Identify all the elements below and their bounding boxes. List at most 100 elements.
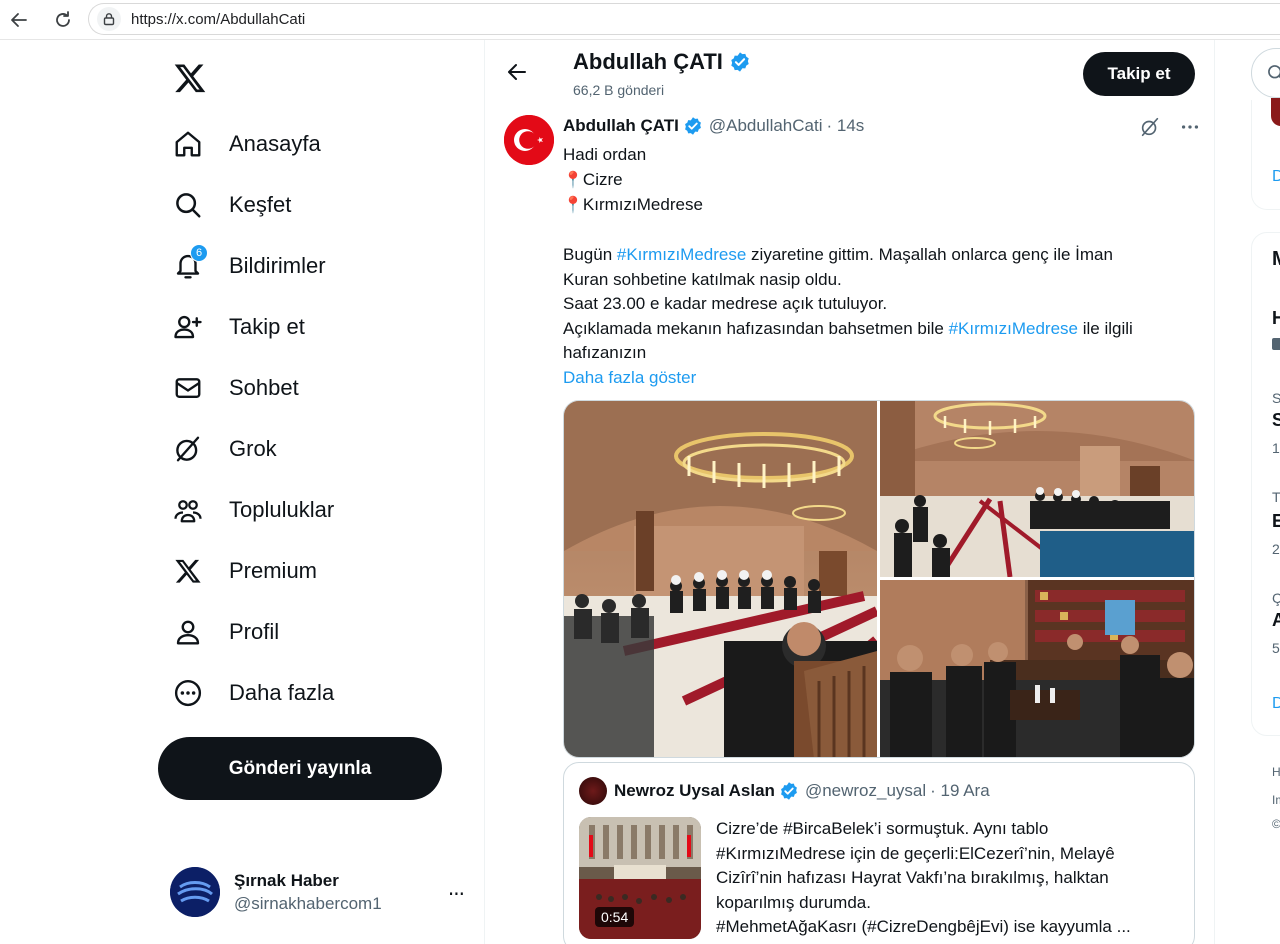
- notification-badge: 6: [190, 244, 208, 262]
- tweet-line: Hadi ordan: [563, 145, 647, 164]
- verified-badge-icon: [729, 51, 751, 73]
- quoted-tweet-line: #KırmızıMedrese için de geçerli:ElCezerî…: [716, 843, 1115, 863]
- profile-icon: [170, 614, 206, 650]
- sidebar-item-explore[interactable]: Keşfet: [170, 180, 291, 230]
- url-text[interactable]: https://x.com/AbdullahCati: [131, 11, 305, 28]
- tweet-media-grid: [563, 400, 1195, 758]
- avatar: [1271, 98, 1280, 126]
- sidebar-item-chat[interactable]: Sohbet: [170, 363, 299, 413]
- sidebar-item-follow[interactable]: Takip et: [170, 302, 305, 352]
- tweet-author-name[interactable]: Abdullah ÇATI: [563, 116, 679, 136]
- more-dots-icon[interactable]: [1179, 116, 1201, 138]
- sidebar-item-notifications[interactable]: 6 Bildirimler: [170, 241, 326, 291]
- sidebar-item-more[interactable]: Daha fazla: [170, 668, 334, 718]
- profile-header: Abdullah ÇATI 66,2 B gönderi Takip et: [485, 40, 1214, 106]
- tweet-actions: [1139, 116, 1201, 138]
- back-icon[interactable]: [2, 3, 36, 37]
- quoted-tweet[interactable]: Newroz Uysal Aslan @newroz_uysal · 19 Ar…: [563, 762, 1195, 944]
- right-item-fragment[interactable]: S: [1272, 410, 1280, 431]
- footer-link-fragment[interactable]: Im: [1272, 793, 1280, 807]
- right-link-fragment[interactable]: D: [1272, 168, 1280, 186]
- verified-badge-icon: [683, 116, 703, 136]
- tweet-line-text: ziyaretine gittim. Maşallah onlarca genç…: [746, 245, 1113, 264]
- quoted-tweet-line: Cizîrî’nin hafızası Hayrat Vakfı’na bıra…: [716, 868, 1109, 887]
- x-logo-icon[interactable]: [170, 58, 210, 98]
- grok-icon[interactable]: [1139, 116, 1161, 138]
- more-dots-icon[interactable]: ···: [448, 882, 465, 906]
- back-arrow-icon[interactable]: [505, 60, 529, 84]
- tweet-line: hafızanızın: [563, 343, 647, 362]
- tweet-line: Saat 23.00 e kadar medrese açık tutuluyo…: [563, 294, 888, 313]
- tweet-line-text: Cizre: [582, 169, 623, 189]
- sidebar-item-label: Profil: [229, 619, 280, 644]
- follow-button[interactable]: Takip et: [1083, 52, 1195, 96]
- grok-icon: [170, 431, 206, 467]
- sidebar-item-home[interactable]: Anasayfa: [170, 119, 321, 169]
- show-more-link[interactable]: Daha fazla göster: [563, 366, 1183, 391]
- home-icon: [170, 126, 206, 162]
- x-logo-icon: [170, 553, 206, 589]
- tweet-header: Abdullah ÇATI @AbdullahCati · 14s: [563, 116, 864, 136]
- tweet-timestamp[interactable]: · 14s: [827, 116, 865, 136]
- quoted-timestamp: · 19 Ara: [930, 781, 990, 800]
- tweet-line: Açıklamada mekanın hafızasından bahsetme…: [563, 317, 1183, 342]
- communities-icon: [170, 492, 206, 528]
- tweet-line: Kuran sohbetine katılmak nasip oldu.: [563, 269, 842, 289]
- sidebar-item-label: Topluluklar: [229, 497, 335, 522]
- left-sidebar: Anasayfa Keşfet 6 Bildirimler Takip et S…: [150, 40, 484, 944]
- sidebar-item-label: Keşfet: [229, 192, 292, 217]
- sidebar-item-label: Grok: [229, 436, 277, 461]
- hashtag-link[interactable]: #KırmızıMedrese: [949, 319, 1078, 338]
- search-icon: [1266, 63, 1280, 83]
- quoted-author-handle: @newroz_uysal: [804, 781, 927, 800]
- sidebar-item-grok[interactable]: Grok: [170, 424, 277, 474]
- pin-icon: 📍: [563, 197, 583, 214]
- video-thumbnail[interactable]: 0:54: [579, 817, 701, 939]
- right-item-fragment[interactable]: A: [1272, 610, 1280, 631]
- right-item-fragment: T: [1272, 489, 1280, 505]
- right-item-fragment: Ç: [1272, 590, 1280, 606]
- tweet-text: Hadi ordan 📍Cizre 📍KırmızıMedrese Bugün …: [563, 143, 1183, 390]
- quoted-tweet-header: Newroz Uysal Aslan @newroz_uysal · 19 Ar…: [579, 777, 990, 805]
- right-sidebar: D M H S S 1( T E 2 Ç A 5 D H Im ©: [1215, 40, 1280, 944]
- right-item-fragment: S: [1272, 390, 1280, 406]
- verified-badge-icon: [779, 781, 799, 801]
- sidebar-item-premium[interactable]: Premium: [170, 546, 317, 596]
- tweet-author-handle[interactable]: @AbdullahCati: [709, 116, 823, 136]
- page-title: Abdullah ÇATI: [573, 49, 751, 75]
- avatar: [579, 777, 607, 805]
- tweet-line-text: KırmızıMedrese: [582, 195, 703, 214]
- address-bar[interactable]: https://x.com/AbdullahCati: [88, 3, 1280, 35]
- avatar[interactable]: [504, 115, 554, 165]
- tweet-photo[interactable]: [564, 401, 877, 757]
- sidebar-item-communities[interactable]: Topluluklar: [170, 485, 334, 535]
- tweet-line-text: Bugün: [563, 245, 617, 264]
- avatar: [170, 867, 220, 917]
- follow-user-icon: [170, 309, 206, 345]
- sidebar-item-label: Sohbet: [229, 375, 299, 400]
- account-switcher[interactable]: Şırnak Haber @sirnakhabercom1 ···: [170, 860, 470, 924]
- profile-name-text: Abdullah ÇATI: [573, 49, 723, 74]
- tweet-photo[interactable]: [880, 401, 1194, 577]
- post-button[interactable]: Gönderi yayınla: [158, 737, 442, 800]
- search-box[interactable]: [1251, 48, 1280, 98]
- right-item-fragment[interactable]: H: [1272, 308, 1280, 329]
- footer-link-fragment[interactable]: H: [1272, 765, 1280, 779]
- search-icon: [170, 187, 206, 223]
- sidebar-item-label: Bildirimler: [229, 253, 326, 278]
- site-info-icon[interactable]: [97, 7, 121, 31]
- video-duration: 0:54: [595, 907, 635, 927]
- bell-icon: 6: [170, 244, 208, 284]
- sidebar-item-label: Anasayfa: [229, 131, 321, 156]
- sidebar-item-profile[interactable]: Profil: [170, 607, 279, 657]
- tweet-photo[interactable]: [880, 580, 1194, 757]
- sidebar-item-label: Premium: [229, 558, 318, 583]
- right-item-fragment[interactable]: E: [1272, 511, 1280, 532]
- right-link-fragment[interactable]: D: [1272, 695, 1280, 713]
- tweet-line-text: Açıklamada mekanın hafızasından bahsetme…: [563, 318, 949, 338]
- reload-icon[interactable]: [46, 3, 80, 37]
- mail-icon: [170, 370, 206, 406]
- browser-toolbar: https://x.com/AbdullahCati: [0, 0, 1280, 40]
- hashtag-link[interactable]: #KırmızıMedrese: [617, 245, 746, 264]
